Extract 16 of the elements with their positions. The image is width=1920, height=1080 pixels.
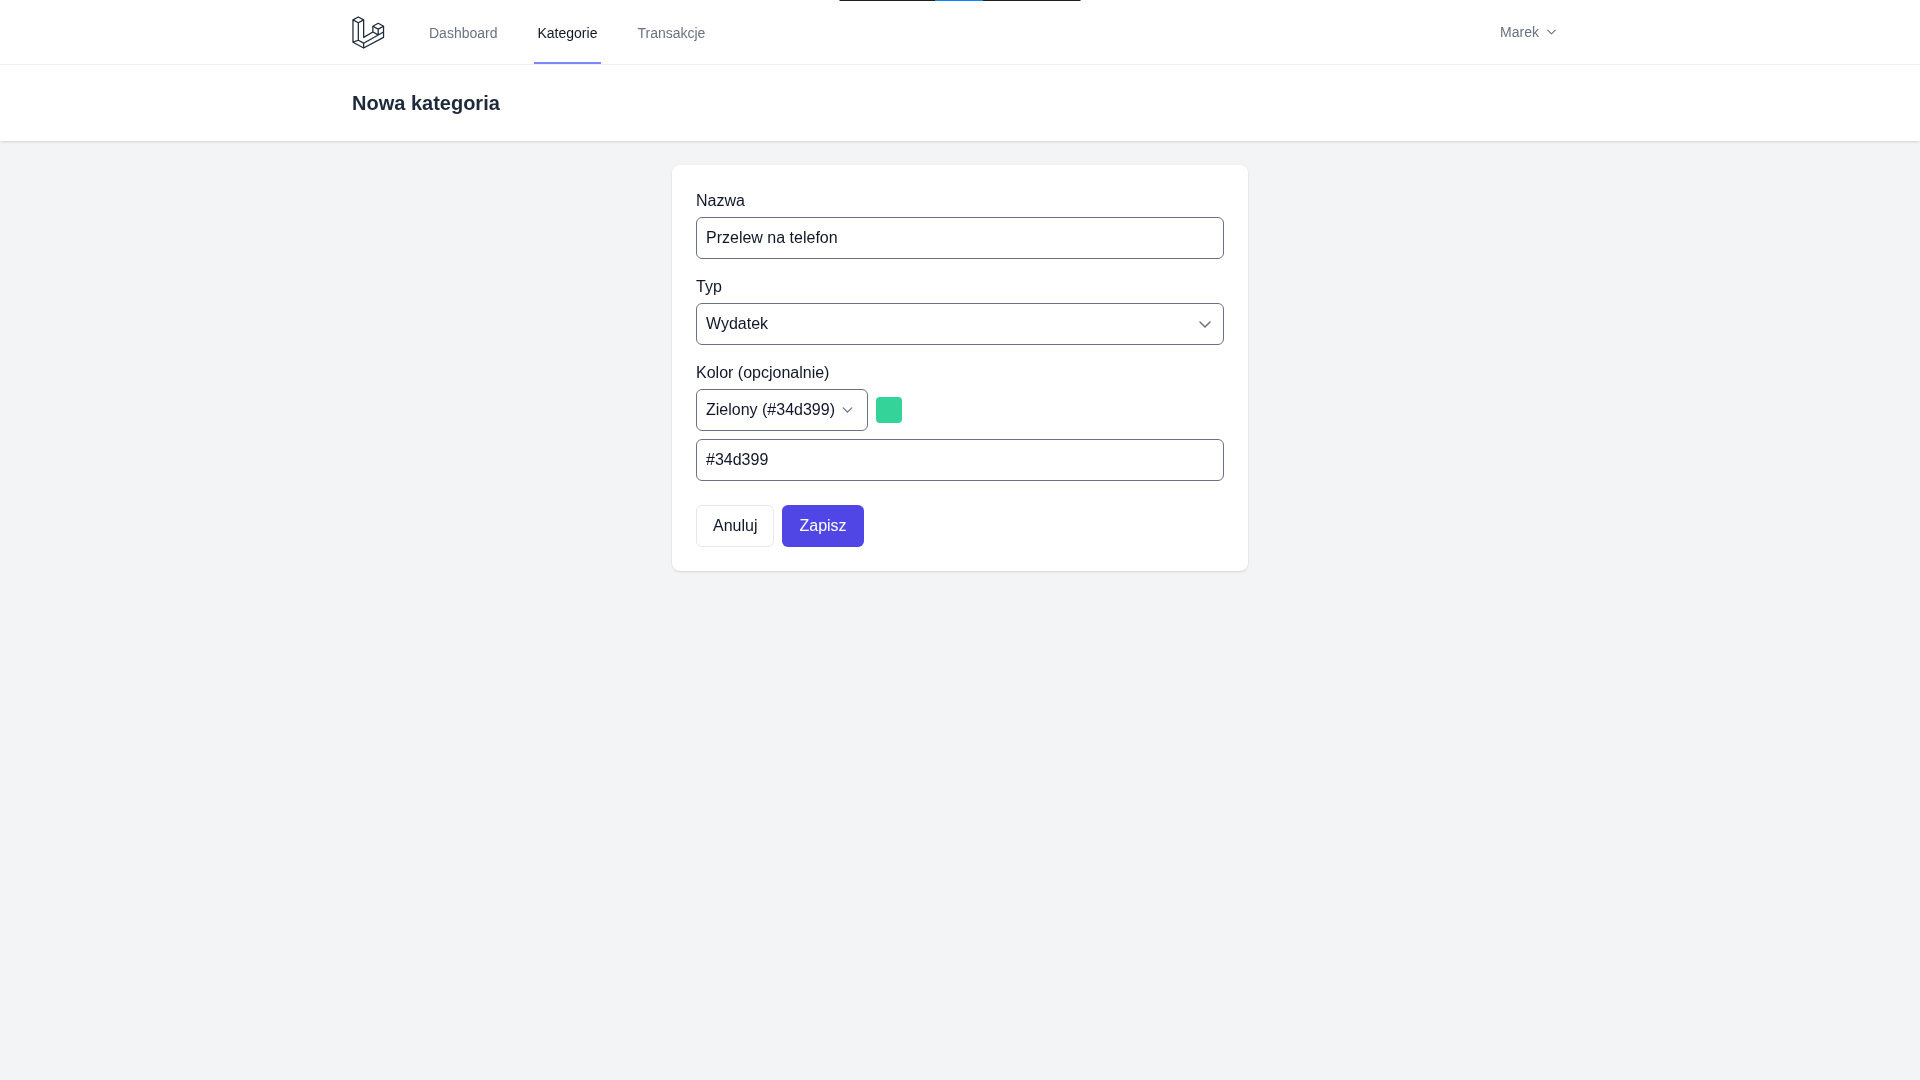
hex-color-input[interactable]: #34d399 bbox=[696, 439, 1224, 481]
field-label: Typ bbox=[696, 277, 723, 297]
color-select[interactable]: Zielony (#34d399) bbox=[696, 389, 868, 431]
field-label: Kolor (opcjonalnie) bbox=[696, 363, 831, 383]
nav-tab[interactable]: Transakcje bbox=[633, 0, 710, 64]
page-title: Nowa kategoria bbox=[352, 91, 501, 116]
chevron-down-icon bbox=[842, 407, 853, 413]
chevron-down-icon bbox=[1547, 29, 1556, 35]
type-select[interactable]: Wydatek bbox=[696, 303, 1224, 345]
save-button[interactable]: Zapisz bbox=[782, 505, 864, 547]
nav-tab[interactable]: Dashboard bbox=[425, 0, 502, 64]
chevron-down-icon bbox=[1199, 320, 1211, 328]
text-input[interactable]: Przelew na telefon bbox=[696, 217, 1224, 259]
field-label: Nazwa bbox=[696, 191, 746, 211]
logo-icon[interactable] bbox=[352, 15, 385, 49]
cancel-button[interactable]: Anuluj bbox=[696, 505, 775, 547]
